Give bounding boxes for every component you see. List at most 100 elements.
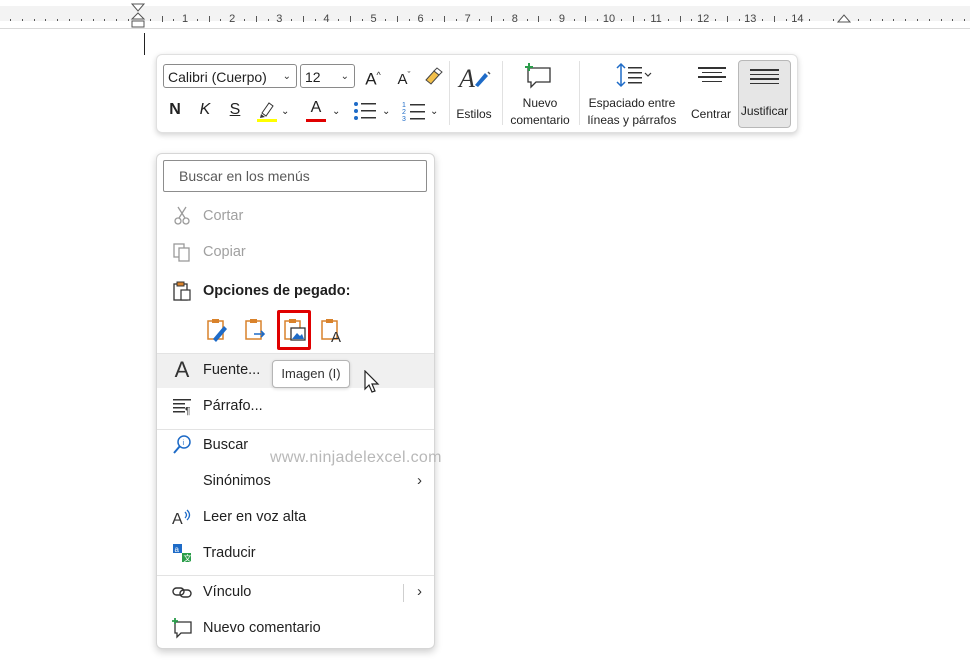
line-spacing-button[interactable]: Espaciado entre líneas y párrafos xyxy=(581,59,683,129)
menu-search-input[interactable]: Buscar en los menús xyxy=(163,160,427,192)
font-color-button[interactable]: A xyxy=(305,98,327,124)
numbering-icon[interactable]: 1 2 3 xyxy=(402,99,426,123)
chevron-right-icon: › xyxy=(417,472,422,489)
ruler-dot xyxy=(964,19,966,21)
toolbar-separator xyxy=(449,61,450,125)
highlight-icon[interactable] xyxy=(256,99,278,123)
chevron-down-icon[interactable]: ⌄ xyxy=(430,102,438,122)
ruler-tick xyxy=(255,16,257,22)
font-color-swatch xyxy=(306,119,326,122)
ruler-dot xyxy=(116,19,118,21)
ruler-dot xyxy=(573,19,575,21)
svg-text:¶: ¶ xyxy=(185,406,190,417)
ruler-dot xyxy=(620,19,622,21)
menu-item-synonyms[interactable]: Sinónimos › xyxy=(157,465,434,499)
menu-label-synonyms: Sinónimos xyxy=(203,473,271,489)
menu-label-copy: Copiar xyxy=(203,244,246,260)
new-comment-button[interactable]: Nuevo comentario xyxy=(504,59,576,129)
chevron-down-icon[interactable]: ⌄ xyxy=(382,102,390,122)
ruler-dot xyxy=(893,19,895,21)
chevron-right-icon[interactable]: › xyxy=(417,583,422,600)
bold-icon[interactable]: N xyxy=(167,100,183,120)
read-aloud-icon: A xyxy=(172,509,191,528)
ruler-dot xyxy=(104,19,106,21)
chevron-down-icon: ⌄ xyxy=(340,71,349,82)
ruler-dot xyxy=(597,19,599,21)
menu-item-paste-options: Opciones de pegado: xyxy=(157,275,434,309)
line-spacing-icon xyxy=(616,62,652,88)
ruler-tick xyxy=(397,16,399,22)
menu-item-read-aloud[interactable]: A Leer en voz alta xyxy=(157,501,434,535)
chevron-down-icon[interactable]: ⌄ xyxy=(332,102,340,122)
new-comment-label-2: comentario xyxy=(510,113,570,127)
paste-picture-icon xyxy=(284,319,306,341)
menu-item-translate[interactable]: a 文 Traducir xyxy=(157,537,434,571)
translate-icon: a 文 xyxy=(173,544,192,563)
floating-mini-toolbar: Calibri (Cuerpo) ⌄ 12 ⌄ A^ Aˇ N K S ⌄ A … xyxy=(156,54,798,133)
italic-icon[interactable]: K xyxy=(197,100,213,120)
paste-text-only-icon[interactable]: A xyxy=(319,317,345,343)
ruler-tick xyxy=(444,16,446,22)
paste-picture-option[interactable] xyxy=(277,310,311,350)
first-line-indent-marker[interactable] xyxy=(130,2,146,29)
ruler-number: 14 xyxy=(791,13,804,25)
ruler-dot xyxy=(940,19,942,21)
menu-item-cut[interactable]: Cortar xyxy=(157,200,434,234)
ruler-dot xyxy=(57,19,59,21)
center-button[interactable]: Centrar xyxy=(687,59,735,129)
ruler-number: 11 xyxy=(650,13,662,25)
ruler-dot xyxy=(762,19,764,21)
menu-item-copy[interactable]: Copiar xyxy=(157,236,434,270)
styles-button[interactable]: A Estilos xyxy=(451,59,497,129)
ruler-dot xyxy=(785,19,787,21)
font-size-select[interactable]: 12 ⌄ xyxy=(300,64,355,88)
menu-label-paragraph: Párrafo... xyxy=(203,398,263,414)
ruler-dot xyxy=(173,19,175,21)
menu-item-paragraph[interactable]: ¶ Párrafo... xyxy=(157,390,434,424)
menu-label-cut: Cortar xyxy=(203,208,244,224)
ruler-dot xyxy=(917,19,918,21)
menu-item-new-comment[interactable]: Nuevo comentario xyxy=(157,612,434,646)
menu-label-paste-options: Opciones de pegado: xyxy=(203,283,351,299)
menu-label-font: Fuente... xyxy=(203,362,261,378)
svg-text:A: A xyxy=(172,511,183,528)
styles-label: Estilos xyxy=(456,107,492,121)
grow-font-icon[interactable]: A^ xyxy=(362,65,384,90)
ruler-tick xyxy=(679,16,681,22)
chevron-down-icon[interactable]: ⌄ xyxy=(281,102,289,122)
menu-item-link[interactable]: Vínculo › xyxy=(157,576,434,610)
shrink-font-icon[interactable]: Aˇ xyxy=(393,65,415,90)
menu-label-search: Buscar xyxy=(203,437,249,453)
paste-merge-formatting-icon[interactable] xyxy=(242,317,268,343)
right-indent-marker[interactable] xyxy=(837,10,851,24)
ruler-dot xyxy=(196,19,198,21)
menu-label-translate: Traducir xyxy=(203,545,256,561)
svg-text:文: 文 xyxy=(184,553,192,563)
ruler-number: 10 xyxy=(602,13,616,25)
search-icon: i xyxy=(173,435,191,454)
ruler-dot xyxy=(243,19,245,21)
ruler-dot xyxy=(455,19,457,21)
underline-icon[interactable]: S xyxy=(227,100,243,120)
new-comment-icon xyxy=(172,618,192,639)
font-name-select[interactable]: Calibri (Cuerpo) ⌄ xyxy=(163,64,297,88)
ruler-tick xyxy=(161,16,163,22)
ruler-tick xyxy=(208,16,210,22)
clear-formatting-icon[interactable] xyxy=(422,66,444,86)
chevron-down-icon: ⌄ xyxy=(282,71,291,82)
ruler-dot xyxy=(667,19,669,21)
ruler-dot xyxy=(905,19,907,21)
horizontal-ruler[interactable]: 1 2 3 4 5 6 7 8 9 10 11 12 13 14 xyxy=(0,0,970,29)
paste-keep-formatting-icon[interactable] xyxy=(204,317,230,343)
ruler-number: 3 xyxy=(276,13,283,25)
text-cursor xyxy=(144,33,145,55)
ruler-tick xyxy=(632,16,634,22)
ruler-dot xyxy=(408,19,410,21)
ruler-dot xyxy=(385,19,387,21)
justify-button[interactable]: Justificar xyxy=(738,60,791,128)
link-icon xyxy=(172,587,192,598)
bullets-icon[interactable] xyxy=(353,100,377,122)
ruler-tick xyxy=(491,16,493,22)
menu-label-read-aloud: Leer en voz alta xyxy=(203,509,307,525)
ruler-dot xyxy=(69,19,70,21)
